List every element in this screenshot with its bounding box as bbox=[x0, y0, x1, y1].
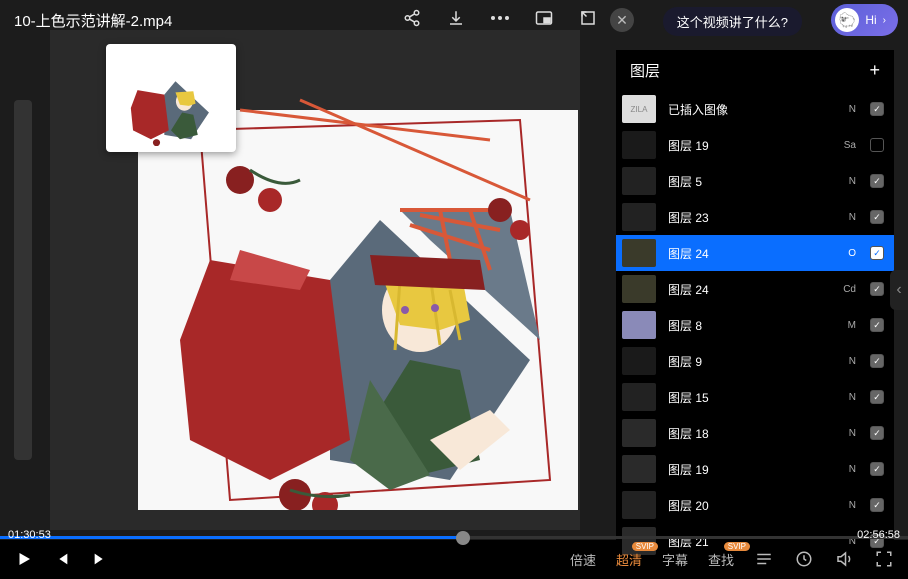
layer-name-label: 图层 19 bbox=[664, 137, 830, 154]
layer-thumbnail bbox=[622, 491, 656, 519]
layer-row[interactable]: 图层 18 N ✓ bbox=[616, 415, 894, 451]
layers-panel: 图层 + ZILA已插入图像N✓图层 19Sa图层 5N✓图层 23N✓图层 2… bbox=[616, 50, 894, 559]
thumbnail-preview[interactable] bbox=[106, 44, 236, 152]
video-title: 10-上色示范讲解-2.mp4 bbox=[14, 10, 172, 31]
layer-blend-mode[interactable]: N bbox=[838, 392, 856, 403]
layer-thumbnail bbox=[622, 167, 656, 195]
layer-thumbnail bbox=[622, 419, 656, 447]
layer-visibility-checkbox[interactable]: ✓ bbox=[870, 282, 884, 296]
layer-name-label: 图层 18 bbox=[664, 425, 830, 442]
layer-blend-mode[interactable]: N bbox=[838, 428, 856, 439]
layer-row[interactable]: 图层 19 N ✓ bbox=[616, 451, 894, 487]
layer-row[interactable]: 图层 24 Cd ✓ bbox=[616, 271, 894, 307]
layer-row[interactable]: 图层 9 N ✓ bbox=[616, 343, 894, 379]
layer-name-label: 图层 20 bbox=[664, 497, 830, 514]
layers-panel-title: 图层 bbox=[630, 60, 660, 81]
left-toolbar[interactable] bbox=[14, 100, 32, 460]
layer-visibility-checkbox[interactable]: ✓ bbox=[870, 354, 884, 368]
layer-blend-mode[interactable]: N bbox=[838, 500, 856, 511]
layer-row[interactable]: 图层 24 O ✓ bbox=[616, 235, 894, 271]
layer-name-label: 图层 19 bbox=[664, 461, 830, 478]
time-total: 02:56:58 bbox=[857, 529, 900, 541]
layer-row[interactable]: 图层 19 Sa bbox=[616, 127, 894, 163]
side-expand-tab[interactable]: ‹ bbox=[890, 270, 908, 310]
loop-icon[interactable] bbox=[794, 549, 814, 569]
layer-row[interactable]: 图层 8 M ✓ bbox=[616, 307, 894, 343]
layer-visibility-checkbox[interactable]: ✓ bbox=[870, 462, 884, 476]
layer-visibility-checkbox[interactable]: ✓ bbox=[870, 318, 884, 332]
layer-blend-mode[interactable]: N bbox=[838, 176, 856, 187]
layer-row[interactable]: 图层 15 N ✓ bbox=[616, 379, 894, 415]
layer-visibility-checkbox[interactable] bbox=[870, 138, 884, 152]
layer-blend-mode[interactable]: N bbox=[838, 356, 856, 367]
quality-control[interactable]: 超清SVIP bbox=[616, 550, 642, 569]
layer-visibility-checkbox[interactable]: ✓ bbox=[870, 210, 884, 224]
layer-blend-mode[interactable]: O bbox=[838, 248, 856, 259]
layer-visibility-checkbox[interactable]: ✓ bbox=[870, 246, 884, 260]
prev-button[interactable] bbox=[52, 549, 72, 569]
find-control[interactable]: 查找SVIP bbox=[708, 550, 734, 569]
layers-list: ZILA已插入图像N✓图层 19Sa图层 5N✓图层 23N✓图层 24O✓图层… bbox=[616, 91, 894, 559]
layer-name-label: 图层 24 bbox=[664, 281, 830, 298]
fullscreen-icon[interactable] bbox=[874, 549, 894, 569]
layer-visibility-checkbox[interactable]: ✓ bbox=[870, 102, 884, 116]
player-controls: 倍速 超清SVIP 字幕 查找SVIP bbox=[0, 539, 908, 579]
layer-visibility-checkbox[interactable]: ✓ bbox=[870, 426, 884, 440]
layer-name-label: 图层 23 bbox=[664, 209, 830, 226]
layer-thumbnail bbox=[622, 347, 656, 375]
layer-visibility-checkbox[interactable]: ✓ bbox=[870, 498, 884, 512]
time-current: 01:30:53 bbox=[8, 529, 51, 541]
layers-panel-header: 图层 + bbox=[616, 50, 894, 91]
add-layer-button[interactable]: + bbox=[869, 60, 880, 81]
layer-name-label: 图层 5 bbox=[664, 173, 830, 190]
layer-thumbnail bbox=[622, 311, 656, 339]
layer-name-label: 图层 24 bbox=[664, 245, 830, 262]
layer-visibility-checkbox[interactable]: ✓ bbox=[870, 390, 884, 404]
layer-thumbnail bbox=[622, 383, 656, 411]
layer-row[interactable]: 图层 5 N ✓ bbox=[616, 163, 894, 199]
layer-blend-mode[interactable]: N bbox=[838, 104, 856, 115]
next-button[interactable] bbox=[90, 549, 110, 569]
layer-visibility-checkbox[interactable]: ✓ bbox=[870, 174, 884, 188]
layer-blend-mode[interactable]: N bbox=[838, 464, 856, 475]
play-button[interactable] bbox=[14, 549, 34, 569]
layer-row[interactable]: ZILA 已插入图像 N ✓ bbox=[616, 91, 894, 127]
layer-thumbnail: ZILA bbox=[622, 95, 656, 123]
layer-row[interactable]: 图层 23 N ✓ bbox=[616, 199, 894, 235]
topbar: 10-上色示范讲解-2.mp4 bbox=[0, 0, 908, 40]
layer-thumbnail bbox=[622, 275, 656, 303]
layer-thumbnail bbox=[622, 455, 656, 483]
layer-thumbnail bbox=[622, 131, 656, 159]
layer-row[interactable]: 图层 20 N ✓ bbox=[616, 487, 894, 523]
layer-name-label: 图层 8 bbox=[664, 317, 830, 334]
layer-blend-mode[interactable]: Sa bbox=[838, 140, 856, 151]
layer-thumbnail bbox=[622, 239, 656, 267]
layer-blend-mode[interactable]: Cd bbox=[838, 284, 856, 295]
speed-control[interactable]: 倍速 bbox=[570, 550, 596, 569]
svip-badge: SVIP bbox=[632, 542, 658, 551]
volume-icon[interactable] bbox=[834, 549, 854, 569]
layer-name-label: 图层 9 bbox=[664, 353, 830, 370]
layer-blend-mode[interactable]: N bbox=[838, 212, 856, 223]
layer-blend-mode[interactable]: M bbox=[838, 320, 856, 331]
layer-thumbnail bbox=[622, 203, 656, 231]
subtitle-control[interactable]: 字幕 bbox=[662, 550, 688, 569]
svip-badge: SVIP bbox=[724, 542, 750, 551]
layer-name-label: 已插入图像 bbox=[664, 101, 830, 118]
playlist-icon[interactable] bbox=[754, 549, 774, 569]
layer-name-label: 图层 15 bbox=[664, 389, 830, 406]
